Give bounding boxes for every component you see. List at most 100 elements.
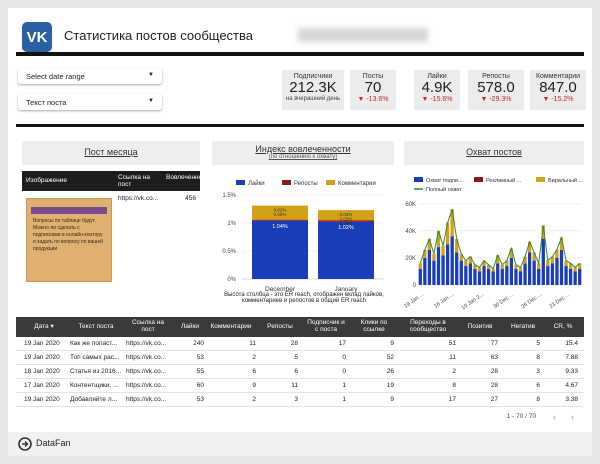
kpi-sub: на вчерашний день [285, 96, 341, 102]
pagination: 1 - 70 / 70 ‹ › [16, 407, 584, 427]
post-text-label: Текст поста [26, 98, 67, 107]
reach-bar-subscribers [473, 268, 477, 285]
col-header: Позитив [467, 323, 493, 330]
post-link-cell[interactable]: https://vk.co... [126, 368, 170, 375]
table-cell: 6 [294, 368, 298, 375]
posts-table-body: 19 Jan 2020 Как же попаст... https://vk.co… [16, 337, 584, 407]
table-row: 19 Jan 2020 Топ самых рас... https://vk.co… [16, 351, 584, 365]
col-header: Репосты [267, 323, 293, 330]
table-cell: 28 [290, 340, 298, 347]
kpi-value: 212.3K [289, 79, 337, 96]
legend-swatch [414, 177, 423, 182]
reach-bar-subscribers [500, 268, 504, 285]
legend-swatch [474, 177, 483, 182]
posts-table-header: Дата ▾ Текст поста Ссылка на пост Лайки Комм… [16, 317, 584, 337]
table-row: 19 Jan 2020 Добавляйте л... https://vk.co.… [16, 393, 584, 407]
reach-bar-subscribers [496, 263, 500, 285]
table-row: 19 Jan 2020 Как же попаст... https://vk.co… [16, 337, 584, 351]
prev-page-icon[interactable]: ‹ [553, 412, 556, 422]
reach-bar-subscribers [423, 257, 427, 285]
x-tick-label: 10 Jan 2... [461, 291, 486, 311]
post-table-header: Изображение Ссылка на пост Вовлеченность [22, 171, 212, 191]
reach-bar-subscribers [546, 266, 550, 285]
table-cell: 4.67 [565, 382, 578, 389]
col-header: Подписчик и с поста [307, 319, 345, 333]
table-cell: 3 [536, 368, 540, 375]
reach-bar-subscribers [578, 268, 582, 285]
post-link-cell[interactable]: https://vk.co... [126, 396, 170, 403]
post-text-select[interactable]: Текст поста ▼ [18, 94, 162, 110]
table-cell: 11 [291, 382, 298, 389]
y-tick-label: 20K [405, 256, 416, 262]
kpi-change: ▼ -29.3% [480, 96, 512, 103]
table-cell: 0 [342, 354, 346, 361]
post-month-title: Пост месяца [84, 147, 138, 157]
y-tick-label: 60K [405, 202, 416, 208]
reach-bar-subscribers [523, 263, 527, 285]
legend-label: Охват подпи... [426, 178, 463, 184]
dashboard-page: VK Статистика постов сообщества Select d… [8, 8, 592, 456]
table-cell: 5 [294, 354, 298, 361]
table-cell: 19 [386, 382, 394, 389]
reach-bar-subscribers [427, 249, 432, 285]
table-cell: 9 [252, 382, 256, 389]
reach-bar-subscribers [509, 257, 514, 285]
y-tick-label: 0 [413, 283, 417, 289]
date-range-select[interactable]: Select date range ▼ [18, 68, 162, 84]
reach-bar-subscribers [459, 260, 463, 285]
reach-bar-subscribers [477, 271, 482, 285]
table-cell: 8 [536, 396, 540, 403]
table-cell: 17 [338, 340, 346, 347]
post-link-cell[interactable]: https://vk.co... [126, 354, 170, 361]
table-cell: 19 Jan 2020 [24, 396, 60, 403]
reach-bar-viral [432, 253, 436, 261]
col-header[interactable]: Дата ▾ [24, 323, 64, 330]
legend-label: Лайки [248, 180, 265, 187]
kpi-subscribers: Подписчики 212.3K на вчерашний день [282, 70, 344, 110]
kpi-reposts: Репосты 578.0 ▼ -29.3% [468, 70, 524, 110]
table-cell: 7.88 [565, 354, 578, 361]
reach-bar-subscribers [455, 252, 459, 285]
post-link-cell[interactable]: https://vk.co... [126, 382, 170, 389]
reach-bar-subscribers [518, 271, 523, 285]
reach-bar-subscribers [445, 244, 450, 285]
reach-bar-subscribers [491, 271, 495, 285]
reach-bar-subscribers [564, 266, 568, 285]
col-engagement: Вовлеченность [166, 174, 212, 181]
post-link[interactable]: https://vk.co... [118, 195, 158, 202]
post-link-cell[interactable]: https://vk.co... [126, 340, 170, 347]
kpi-change: ▼ -15.2% [542, 96, 574, 103]
reach-bar-subscribers [559, 249, 564, 285]
x-tick-label: 26 Dec ... [520, 291, 543, 310]
reach-bar-subscribers [514, 268, 518, 285]
table-cell: Топ самых рас... [70, 354, 120, 361]
y-tick-label: 40K [405, 229, 416, 235]
reach-bar-viral [477, 267, 482, 272]
reach-bar-subscribers [418, 268, 422, 285]
table-cell: 9.33 [565, 368, 578, 375]
post-image-caption: Вопросы по таблице будут. Можно ли сдела… [33, 218, 103, 252]
reach-bar-viral [455, 238, 459, 253]
kpi-value: 847.0 [539, 79, 577, 96]
post-month-header: Пост месяца [22, 141, 200, 165]
next-page-icon[interactable]: › [571, 412, 574, 422]
reach-title: Охват постов [466, 147, 522, 157]
col-image: Изображение [26, 177, 67, 184]
table-cell: 3.38 [565, 396, 578, 403]
engagement-subtitle: (по отношению к охвату) [268, 154, 338, 160]
kpi-comments: Комментарии 847.0 ▼ -15.2% [530, 70, 586, 110]
reach-chart: Охват подпи... Рекламный ... Виральный ...… [404, 177, 584, 311]
reach-bar-subscribers [537, 268, 541, 285]
y-tick-label: 1.5% [222, 193, 236, 199]
footer: DataFan [8, 432, 592, 456]
col-header: Комментарии [210, 323, 252, 330]
reach-bar-subscribers [550, 263, 555, 285]
kpi-value: 70 [364, 79, 382, 96]
kpi-change: ▼ -13.6% [357, 96, 389, 103]
reach-bar-subscribers [505, 266, 509, 285]
caret-down-icon: ▼ [148, 72, 154, 78]
x-tick-label: 30 Dec ... [492, 291, 515, 310]
reach-header: Охват постов [404, 141, 584, 165]
reach-bar-viral [441, 245, 445, 256]
reach-bar-subscribers [486, 268, 491, 285]
